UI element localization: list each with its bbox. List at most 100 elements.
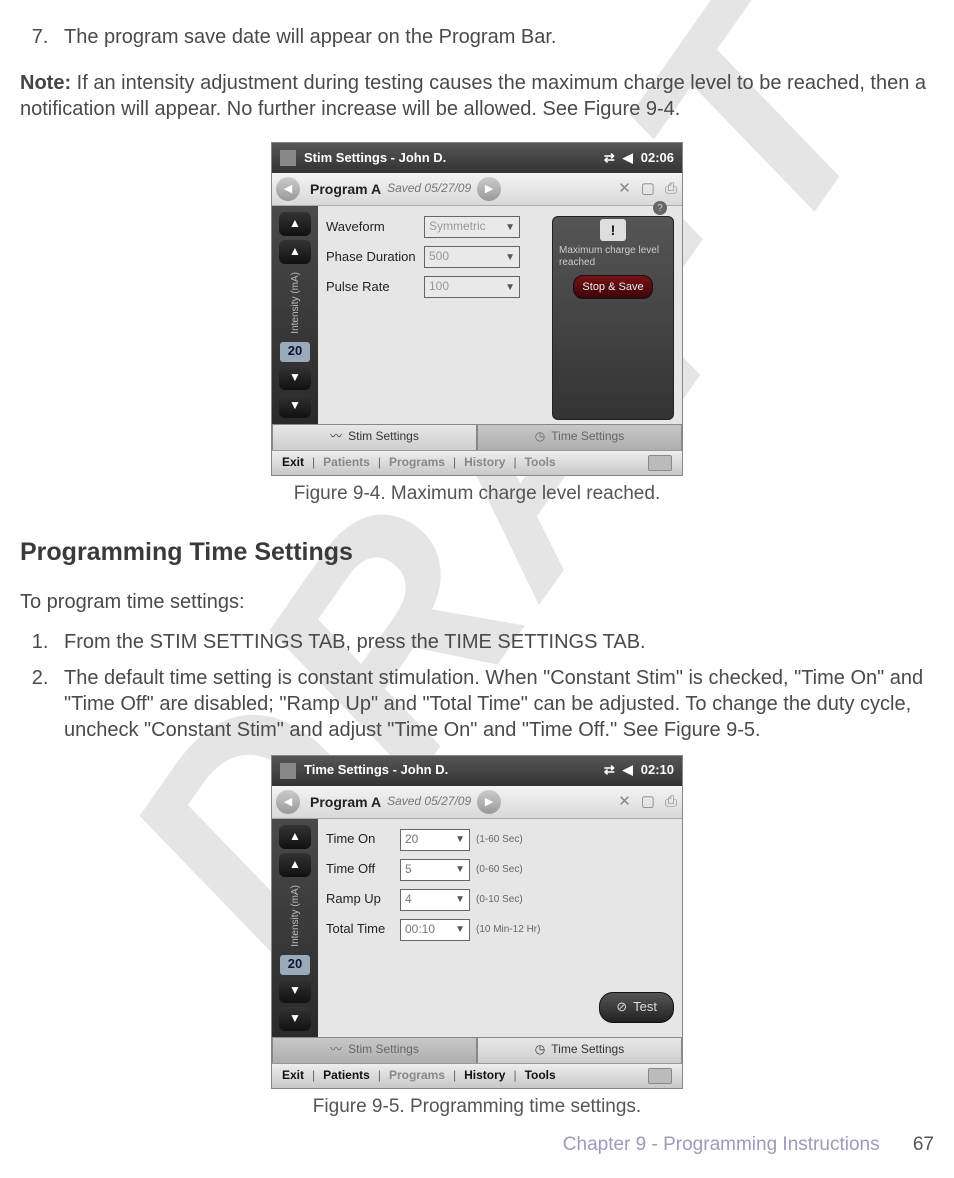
time-step-1: From the STIM SETTINGS TAB, press the TI… xyxy=(54,629,934,655)
note-label: Note: xyxy=(20,72,71,94)
figure-9-5-device: Time Settings - John D. ⇄ ◀ 02:10 ◀ Prog… xyxy=(271,755,683,1089)
test-button[interactable]: ⊘Test xyxy=(599,992,674,1023)
volume-icon: ◀ xyxy=(623,762,633,779)
step-7: The program save date will appear on the… xyxy=(54,24,934,50)
new-icon[interactable]: ▢ xyxy=(641,179,655,199)
waveform-select[interactable]: Symmetric▼ xyxy=(424,216,520,238)
pulse-rate-select[interactable]: 100▼ xyxy=(424,276,520,298)
ramp-up-select[interactable]: 4▼ xyxy=(400,889,470,911)
stop-save-button[interactable]: Stop & Save xyxy=(573,275,652,299)
intensity-down-small[interactable]: ▼ xyxy=(279,979,311,1003)
next-program-button[interactable]: ▶ xyxy=(477,790,501,814)
chapter-label: Chapter 9 - Programming Instructions xyxy=(563,1134,880,1155)
clock-time: 02:06 xyxy=(641,150,674,167)
nav-patients[interactable]: Patients xyxy=(323,455,370,471)
prev-program-button[interactable]: ◀ xyxy=(276,177,300,201)
tab-stim-settings[interactable]: 〰Stim Settings xyxy=(272,1037,477,1063)
program-saved-date: Saved 05/27/09 xyxy=(387,181,471,197)
settings-tabs: 〰Stim Settings ◷Time Settings xyxy=(272,424,682,450)
new-icon[interactable]: ▢ xyxy=(641,792,655,812)
clock-icon: ◷ xyxy=(535,1042,545,1058)
nav-tools[interactable]: Tools xyxy=(525,1068,556,1084)
clock-icon: ◷ xyxy=(535,429,545,445)
prev-program-button[interactable]: ◀ xyxy=(276,790,300,814)
time-step-2: The default time setting is constant sti… xyxy=(54,665,934,743)
intensity-axis-label: Intensity (mA) xyxy=(289,268,302,338)
tab-time-settings[interactable]: ◷Time Settings xyxy=(477,1037,682,1063)
program-name: Program A xyxy=(310,180,381,198)
keyboard-icon[interactable] xyxy=(648,455,672,471)
tab-time-settings[interactable]: ◷Time Settings xyxy=(477,424,682,450)
total-time-label: Total Time xyxy=(326,921,400,938)
time-off-select[interactable]: 5▼ xyxy=(400,859,470,881)
app-icon xyxy=(280,763,296,779)
tab-stim-settings[interactable]: 〰Stim Settings xyxy=(272,424,477,450)
nav-exit[interactable]: Exit xyxy=(282,455,304,471)
pulse-rate-label: Pulse Rate xyxy=(326,279,424,296)
intensity-up-small[interactable]: ▲ xyxy=(279,853,311,877)
time-off-label: Time Off xyxy=(326,861,400,878)
time-off-hint: (0-60 Sec) xyxy=(476,863,523,876)
check-icon: ⊘ xyxy=(616,999,627,1016)
chevron-down-icon: ▼ xyxy=(455,893,465,906)
page-number: 67 xyxy=(913,1134,934,1155)
volume-icon: ◀ xyxy=(623,150,633,167)
bottom-nav: Exit| Patients| Programs| History| Tools xyxy=(272,450,682,475)
chevron-down-icon: ▼ xyxy=(505,221,515,234)
intensity-axis-label: Intensity (mA) xyxy=(289,881,302,951)
bottom-nav: Exit| Patients| Programs| History| Tools xyxy=(272,1063,682,1088)
nav-programs[interactable]: Programs xyxy=(389,455,445,471)
close-icon[interactable]: ✕ xyxy=(618,792,631,812)
figure-9-4-device: Stim Settings - John D. ⇄ ◀ 02:06 ◀ Prog… xyxy=(271,142,683,476)
nav-exit[interactable]: Exit xyxy=(282,1068,304,1084)
section-heading: Programming Time Settings xyxy=(20,536,934,569)
battery-icon: ⇄ xyxy=(604,762,615,779)
print-icon[interactable]: ⎙ xyxy=(665,179,677,199)
nav-tools[interactable]: Tools xyxy=(525,455,556,471)
intensity-column: ▲ ▲ Intensity (mA) 20 ▼ ▼ xyxy=(272,819,318,1037)
wave-icon: 〰 xyxy=(330,429,342,445)
title-bar: Time Settings - John D. ⇄ ◀ 02:10 xyxy=(272,756,682,786)
chevron-down-icon: ▼ xyxy=(505,251,515,264)
title-bar: Stim Settings - John D. ⇄ ◀ 02:06 xyxy=(272,143,682,173)
next-program-button[interactable]: ▶ xyxy=(477,177,501,201)
warning-icon: ! xyxy=(600,219,626,241)
ramp-up-label: Ramp Up xyxy=(326,891,400,908)
intensity-up-small[interactable]: ▲ xyxy=(279,240,311,264)
max-charge-alert: ? ! Maximum charge level reached Stop & … xyxy=(552,216,674,420)
window-title: Time Settings - John D. xyxy=(304,762,448,779)
total-time-select[interactable]: 00:10▼ xyxy=(400,919,470,941)
program-saved-date: Saved 05/27/09 xyxy=(387,794,471,810)
time-on-hint: (1-60 Sec) xyxy=(476,833,523,846)
keyboard-icon[interactable] xyxy=(648,1068,672,1084)
wave-icon: 〰 xyxy=(330,1042,342,1058)
close-icon[interactable]: ✕ xyxy=(618,179,631,199)
app-icon xyxy=(280,150,296,166)
intro-line: To program time settings: xyxy=(20,589,934,615)
intensity-up-large[interactable]: ▲ xyxy=(279,825,311,849)
nav-patients[interactable]: Patients xyxy=(323,1068,370,1084)
intensity-up-large[interactable]: ▲ xyxy=(279,212,311,236)
nav-history[interactable]: History xyxy=(464,455,505,471)
nav-programs[interactable]: Programs xyxy=(389,1068,445,1084)
nav-history[interactable]: History xyxy=(464,1068,505,1084)
window-title: Stim Settings - John D. xyxy=(304,150,446,167)
chevron-down-icon: ▼ xyxy=(455,863,465,876)
phase-duration-select[interactable]: 500▼ xyxy=(424,246,520,268)
chevron-down-icon: ▼ xyxy=(455,833,465,846)
phase-duration-label: Phase Duration xyxy=(326,249,424,266)
intensity-down-small[interactable]: ▼ xyxy=(279,366,311,390)
print-icon[interactable]: ⎙ xyxy=(665,792,677,812)
help-icon[interactable]: ? xyxy=(653,201,667,215)
time-on-select[interactable]: 20▼ xyxy=(400,829,470,851)
intensity-value: 20 xyxy=(280,955,310,975)
intensity-column: ▲ ▲ Intensity (mA) 20 ▼ ▼ xyxy=(272,206,318,424)
intensity-down-large[interactable]: ▼ xyxy=(279,1007,311,1031)
intensity-down-large[interactable]: ▼ xyxy=(279,394,311,418)
waveform-label: Waveform xyxy=(326,219,424,236)
total-time-hint: (10 Min-12 Hr) xyxy=(476,923,540,936)
program-bar: ◀ Program A Saved 05/27/09 ▶ ✕ ▢ ⎙ xyxy=(272,173,682,206)
chevron-down-icon: ▼ xyxy=(455,923,465,936)
clock-time: 02:10 xyxy=(641,762,674,779)
time-on-label: Time On xyxy=(326,831,400,848)
